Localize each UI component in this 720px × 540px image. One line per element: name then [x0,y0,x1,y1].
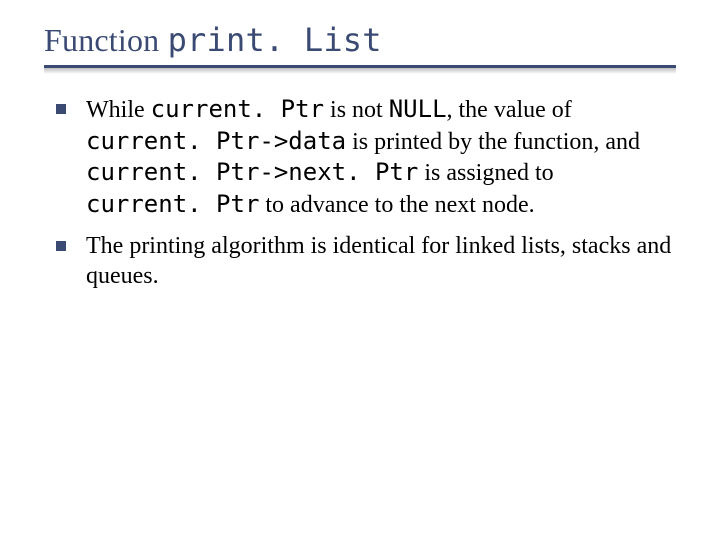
text-span: While [86,97,151,123]
text-span: The printing algorithm is identical for … [86,233,671,290]
title-prefix: Function [44,22,168,58]
slide-body: While current. Ptr is not NULL, the valu… [44,74,676,292]
slide-title: Function print. List [44,22,676,59]
text-span: to advance to the next node. [259,192,534,218]
code-span: current. Ptr [151,95,324,123]
bullet-list: While current. Ptr is not NULL, the valu… [48,94,672,292]
bullet-item: While current. Ptr is not NULL, the valu… [48,94,672,221]
code-span: current. Ptr->data [86,127,346,155]
code-span: current. Ptr [86,190,259,218]
text-span: , the value of [447,97,572,123]
text-span: is printed by the function, and [346,129,640,155]
slide: Function print. List While current. Ptr … [0,0,720,540]
bullet-item: The printing algorithm is identical for … [48,231,672,292]
title-code: print. List [168,21,382,59]
text-span: is assigned to [418,160,553,186]
text-span: is not [324,97,389,123]
code-span: current. Ptr->next. Ptr [86,158,418,186]
code-span: NULL [389,95,447,123]
